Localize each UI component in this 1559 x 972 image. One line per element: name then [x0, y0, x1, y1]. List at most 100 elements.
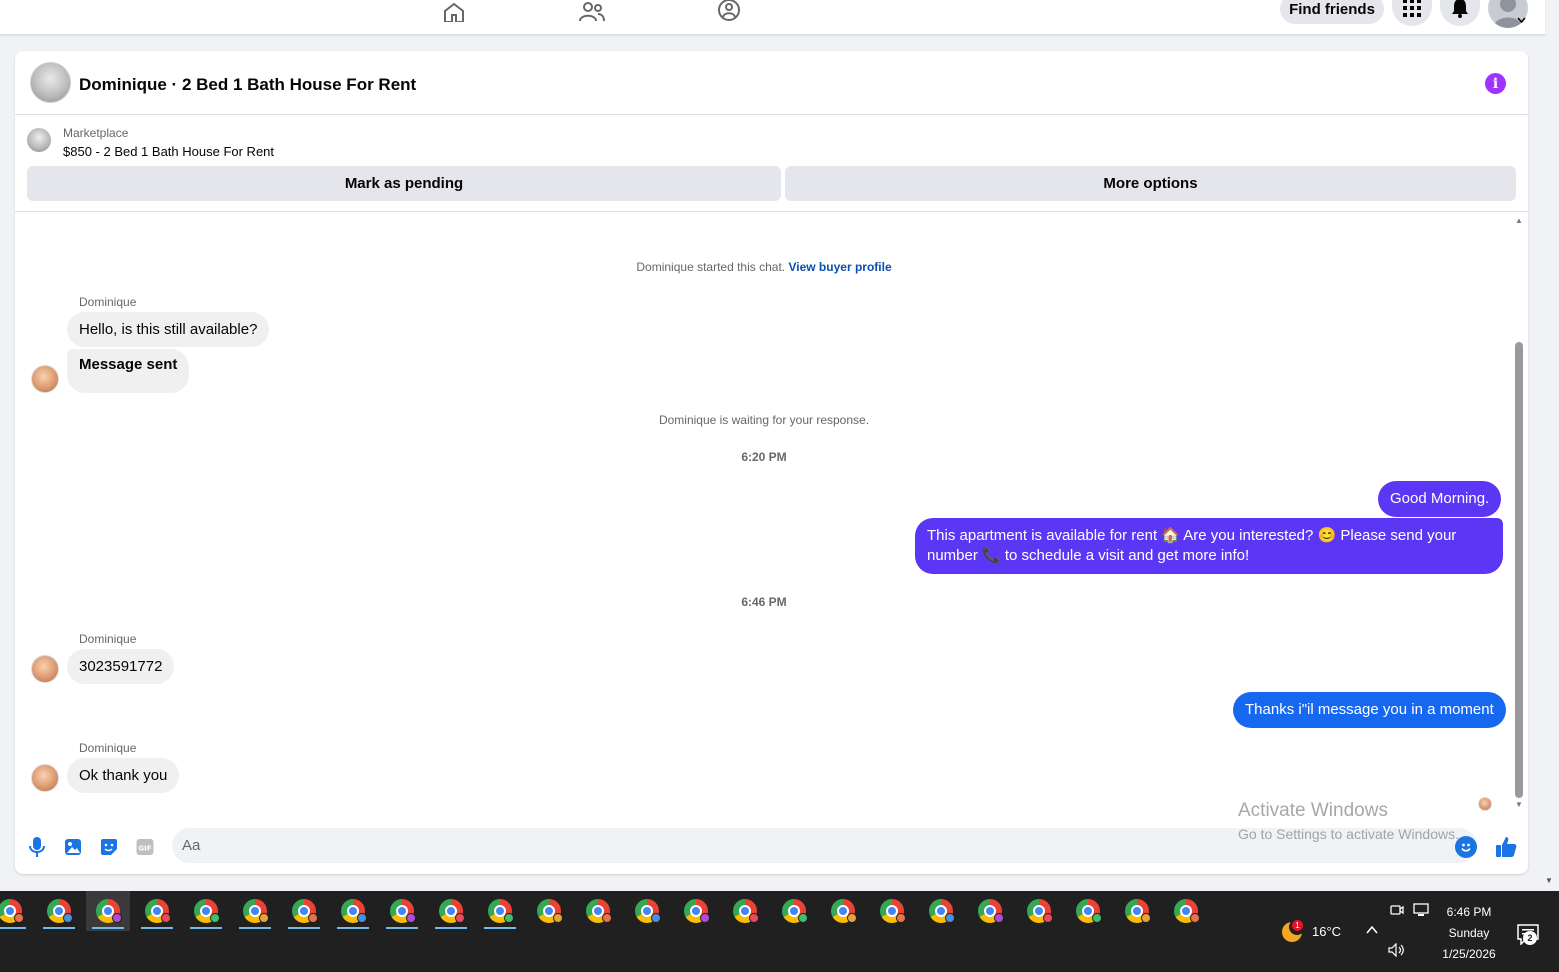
chevron-down-icon[interactable] [1517, 17, 1526, 23]
outgoing-message[interactable]: Thanks i"il message you in a moment [1233, 692, 1506, 728]
taskbar-chrome-window[interactable] [919, 891, 963, 931]
chat-title[interactable]: Dominique · 2 Bed 1 Bath House For Rent [79, 75, 416, 95]
taskbar-chrome-window[interactable] [527, 891, 571, 931]
sender-name: Dominique [79, 295, 137, 309]
profile-badge-icon [700, 913, 710, 923]
profile-badge-icon [945, 913, 955, 923]
message-thread: Dominique started this chat. View buyer … [15, 213, 1528, 824]
taskbar-chrome-window[interactable] [674, 891, 718, 931]
meet-now-icon[interactable] [1390, 903, 1404, 917]
taskbar-chrome-window[interactable] [0, 891, 32, 931]
sender-avatar[interactable] [31, 365, 59, 393]
microphone-icon[interactable] [26, 836, 48, 858]
taskbar-chrome-window[interactable] [968, 891, 1012, 931]
profile-badge-icon [14, 913, 24, 923]
volume-icon[interactable] [1388, 943, 1406, 957]
taskbar-chrome-window[interactable] [625, 891, 669, 931]
incoming-message[interactable]: Message sent [67, 349, 190, 393]
running-indicator [239, 927, 271, 929]
running-indicator [141, 927, 173, 929]
taskbar-chrome-window[interactable] [478, 891, 522, 931]
taskbar-chrome-window[interactable] [1017, 891, 1061, 931]
friends-icon[interactable] [578, 0, 606, 22]
taskbar-chrome-window[interactable] [282, 891, 326, 931]
sender-avatar[interactable] [31, 655, 59, 683]
chevron-up-icon[interactable] [1366, 926, 1378, 934]
profile-badge-icon [602, 913, 612, 923]
find-friends-button[interactable]: Find friends [1280, 0, 1384, 24]
chat-started-notice: Dominique started this chat. View buyer … [15, 260, 1513, 274]
taskbar-chrome-window[interactable] [576, 891, 620, 931]
incoming-message[interactable]: Ok thank you [67, 758, 180, 793]
timestamp: 6:20 PM [741, 450, 787, 464]
system-clock[interactable]: 6:46 PM Sunday 1/25/2026 [1440, 902, 1498, 965]
profile-badge-icon [357, 913, 367, 923]
taskbar-chrome-window[interactable] [233, 891, 277, 931]
profile-badge-icon [1141, 913, 1151, 923]
listing-photo-avatar[interactable] [30, 62, 71, 103]
clock-day: Sunday [1448, 926, 1490, 940]
scroll-down-arrow-icon[interactable]: ▼ [1515, 801, 1523, 809]
menu-grid-icon[interactable] [1392, 0, 1432, 26]
photo-icon[interactable] [62, 836, 84, 858]
network-icon[interactable] [1413, 903, 1429, 917]
taskbar-chrome-window[interactable] [86, 891, 130, 931]
sticker-icon[interactable] [98, 836, 120, 858]
info-icon[interactable]: i [1485, 73, 1506, 94]
thumbs-up-icon[interactable] [1493, 834, 1519, 860]
taskbar-chrome-window[interactable] [1164, 891, 1208, 931]
profile-avatar[interactable] [1488, 0, 1528, 28]
taskbar-chrome-window[interactable] [772, 891, 816, 931]
listing-category: Marketplace [63, 126, 129, 140]
listing-thumbnail[interactable] [27, 128, 51, 152]
message-scrollbar[interactable] [1515, 342, 1523, 798]
page-scroll-down-arrow-icon[interactable]: ▼ [1545, 876, 1553, 885]
notifications-bell-icon[interactable] [1440, 0, 1480, 26]
profile-badge-icon [896, 913, 906, 923]
running-indicator [484, 927, 516, 929]
scroll-up-arrow-icon[interactable]: ▲ [1515, 217, 1523, 225]
notification-count-badge: 2 [1523, 931, 1537, 945]
home-icon[interactable] [440, 0, 468, 22]
listing-summary: Marketplace $850 - 2 Bed 1 Bath House Fo… [15, 115, 1528, 212]
profile-badge-icon [1190, 913, 1200, 923]
taskbar-chrome-window[interactable] [870, 891, 914, 931]
top-navigation-bar: Find friends [0, 0, 1545, 35]
chat-started-text: Dominique started this chat. [636, 260, 786, 274]
taskbar-chrome-window[interactable] [135, 891, 179, 931]
emoji-icon[interactable] [1455, 836, 1477, 858]
taskbar-chrome-window[interactable] [821, 891, 865, 931]
taskbar-chrome-window[interactable] [37, 891, 81, 931]
taskbar-chrome-window[interactable] [184, 891, 228, 931]
groups-icon[interactable] [715, 0, 743, 22]
taskbar-chrome-window[interactable] [723, 891, 767, 931]
incoming-message[interactable]: Hello, is this still available? [67, 312, 270, 347]
sender-avatar[interactable] [31, 764, 59, 792]
running-indicator [92, 927, 124, 929]
taskbar-chrome-window[interactable] [429, 891, 473, 931]
more-options-button[interactable]: More options [785, 166, 1516, 201]
outgoing-message[interactable]: Good Morning. [1378, 481, 1502, 517]
profile-badge-icon [749, 913, 759, 923]
gif-icon[interactable]: GIF [134, 836, 156, 858]
message-input[interactable] [172, 828, 1477, 863]
profile-badge-icon [798, 913, 808, 923]
sender-name: Dominique [79, 632, 137, 646]
clock-time: 6:46 PM [1446, 905, 1492, 919]
running-indicator [288, 927, 320, 929]
taskbar-chrome-window[interactable] [1115, 891, 1159, 931]
taskbar-chrome-window[interactable] [331, 891, 375, 931]
temperature[interactable]: 16°C [1312, 924, 1341, 939]
incoming-message[interactable]: 3023591772 [67, 649, 175, 684]
profile-badge-icon [406, 913, 416, 923]
running-indicator [43, 927, 75, 929]
running-indicator [386, 927, 418, 929]
taskbar-chrome-window[interactable] [380, 891, 424, 931]
outgoing-message[interactable]: This apartment is available for rent 🏠 A… [915, 518, 1503, 574]
mark-as-pending-button[interactable]: Mark as pending [27, 166, 781, 201]
taskbar-chrome-window[interactable] [1066, 891, 1110, 931]
svg-text:GIF: GIF [138, 845, 151, 853]
chat-window: Dominique · 2 Bed 1 Bath House For Rent … [15, 51, 1528, 874]
listing-description[interactable]: $850 - 2 Bed 1 Bath House For Rent [63, 144, 274, 159]
view-buyer-profile-link[interactable]: View buyer profile [788, 260, 891, 274]
